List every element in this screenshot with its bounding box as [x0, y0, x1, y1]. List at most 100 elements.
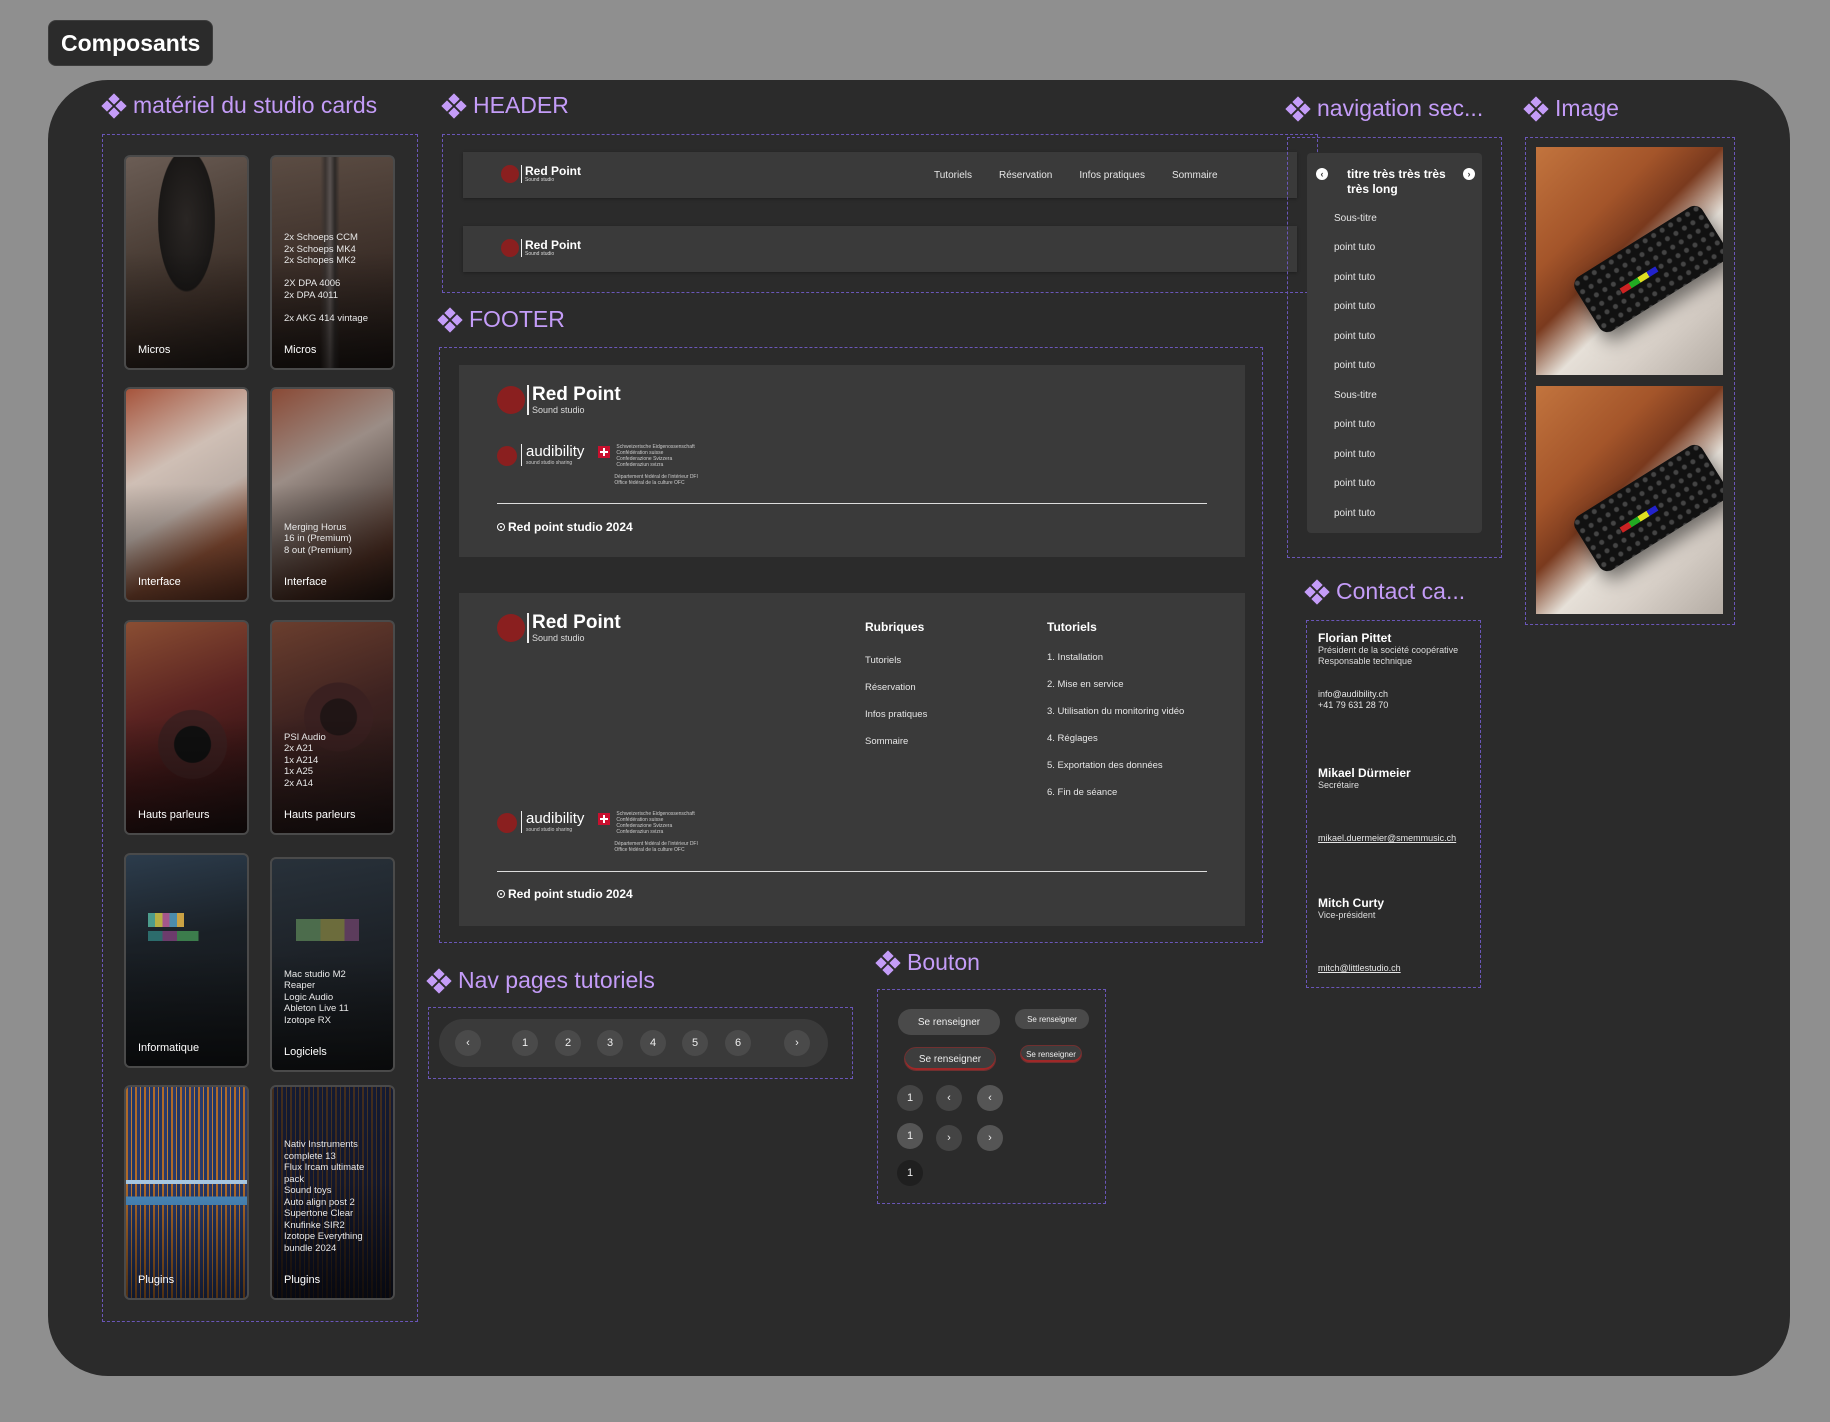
red-point-logo[interactable]: Red Point Sound studio: [501, 165, 581, 183]
page-button[interactable]: 1: [512, 1030, 538, 1056]
section-title-header: HEADER: [441, 92, 569, 119]
page-number-button[interactable]: 1: [897, 1123, 923, 1149]
card-equipment-list: PSI Audio 2x A21 1x A214 1x A25 2x A14: [284, 731, 326, 789]
section-nav-item[interactable]: point tuto: [1334, 449, 1375, 460]
contact-email-link[interactable]: mikael.duermeier@smemmusic.ch: [1318, 833, 1456, 844]
section-nav-item[interactable]: Sous-titre: [1334, 213, 1377, 224]
component-icon: [1285, 95, 1311, 122]
site-footer-full: Red Point Sound studio Rubriques Tutoriel…: [459, 593, 1245, 926]
copyright-icon: [497, 523, 505, 531]
studio-card[interactable]: Merging Horus 16 in (Premium) 8 out (Pre…: [270, 387, 395, 602]
footer-tuto-link[interactable]: 5. Exportation des données: [1047, 760, 1163, 771]
studio-card[interactable]: PSI Audio 2x A21 1x A214 1x A25 2x A14 H…: [270, 620, 395, 835]
studio-card[interactable]: Micros: [124, 155, 249, 370]
section-title-footer: FOOTER: [437, 306, 565, 333]
card-label: Plugins: [284, 1274, 321, 1286]
section-title-image: Image: [1523, 95, 1619, 122]
nav-link-reservation[interactable]: Réservation: [999, 170, 1052, 181]
card-equipment-list: Mac studio M2 Reaper Logic Audio Ableton…: [284, 968, 349, 1026]
card-equipment-list: Nativ Instruments complete 13 Flux Ircam…: [284, 1139, 365, 1254]
studio-card[interactable]: Hauts parleurs: [124, 620, 249, 835]
confederation-text: Schweizerische Eidgenossenschaft Confédé…: [616, 444, 695, 468]
footer-link-tutoriels[interactable]: Tutoriels: [865, 655, 901, 666]
audibility-logo[interactable]: audibility sound studio sharing Schweizer…: [497, 444, 698, 486]
section-nav-item[interactable]: point tuto: [1334, 508, 1375, 519]
section-nav-item[interactable]: point tuto: [1334, 242, 1375, 253]
chevron-left-icon[interactable]: ‹: [977, 1085, 1003, 1111]
audibility-dot-icon: [497, 446, 517, 466]
footer-col-title-tutoriels: Tutoriels: [1047, 620, 1097, 634]
studio-card[interactable]: Mac studio M2 Reaper Logic Audio Ableton…: [270, 857, 395, 1072]
card-label: Hauts parleurs: [138, 809, 210, 821]
component-icon: [875, 949, 901, 976]
red-point-logo[interactable]: Red Point Sound studio: [501, 239, 581, 257]
red-point-logo[interactable]: Red Point Sound studio: [497, 385, 621, 415]
component-icon: [101, 92, 127, 119]
info-button-active-small[interactable]: Se renseigner: [1020, 1045, 1082, 1063]
component-icon: [437, 306, 463, 333]
card-equipment-list: 2x Schoeps CCM 2x Schoeps MK4 2x Schopes…: [284, 232, 368, 324]
department-text: Département fédéral de l'intérieur DFI O…: [614, 841, 698, 853]
page-button[interactable]: 6: [725, 1030, 751, 1056]
studio-card[interactable]: Informatique: [124, 853, 249, 1068]
footer-tuto-link[interactable]: 6. Fin de séance: [1047, 787, 1117, 798]
card-label: Informatique: [138, 1042, 200, 1054]
section-nav-item[interactable]: point tuto: [1334, 331, 1375, 342]
section-nav-item[interactable]: point tuto: [1334, 419, 1375, 430]
footer-divider: [497, 871, 1207, 872]
chevron-right-icon[interactable]: ›: [1463, 168, 1475, 180]
nav-link-tutoriels[interactable]: Tutoriels: [934, 170, 972, 181]
page-number-button[interactable]: 1: [897, 1085, 923, 1111]
section-nav-item[interactable]: point tuto: [1334, 478, 1375, 489]
chevron-right-icon[interactable]: ›: [936, 1125, 962, 1151]
section-nav-panel: ‹ titre très très très très long › Sous-…: [1307, 153, 1482, 533]
section-nav-item[interactable]: point tuto: [1334, 301, 1375, 312]
footer-tuto-link[interactable]: 2. Mise en service: [1047, 679, 1124, 690]
footer-tuto-link[interactable]: 3. Utilisation du monitoring vidéo: [1047, 706, 1184, 717]
studio-card[interactable]: Plugins: [124, 1085, 249, 1300]
footer-tuto-link[interactable]: 1. Installation: [1047, 652, 1103, 663]
section-title-bouton: Bouton: [875, 949, 980, 976]
confederation-text: Schweizerische Eidgenossenschaft Confédé…: [616, 811, 695, 835]
footer-col-title-rubriques: Rubriques: [865, 620, 925, 634]
page-button[interactable]: 4: [640, 1030, 666, 1056]
page-button[interactable]: 2: [555, 1030, 581, 1056]
component-icon: [441, 92, 467, 119]
card-label: Interface: [284, 576, 327, 588]
info-button[interactable]: Se renseigner: [898, 1009, 1000, 1035]
section-nav-item[interactable]: point tuto: [1334, 360, 1375, 371]
site-header: Red Point Sound studio Tutoriels Réservat…: [463, 152, 1297, 198]
footer-link-reservation[interactable]: Réservation: [865, 682, 916, 693]
page-button[interactable]: 3: [597, 1030, 623, 1056]
footer-link-sommaire[interactable]: Sommaire: [865, 736, 908, 747]
info-button-small[interactable]: Se renseigner: [1015, 1009, 1089, 1029]
section-title-nav-pages: Nav pages tutoriels: [426, 967, 655, 994]
footer-link-infos[interactable]: Infos pratiques: [865, 709, 927, 720]
section-title-nav-sec: navigation sec...: [1285, 95, 1483, 122]
chevron-right-icon[interactable]: ›: [977, 1125, 1003, 1151]
chevron-left-icon[interactable]: ‹: [455, 1030, 481, 1056]
chevron-left-icon[interactable]: ‹: [1316, 168, 1328, 180]
studio-card[interactable]: Interface: [124, 387, 249, 602]
chevron-right-icon[interactable]: ›: [784, 1030, 810, 1056]
info-button-active[interactable]: Se renseigner: [904, 1047, 996, 1071]
copyright: Red point studio 2024: [497, 520, 633, 534]
contact-email-link[interactable]: mitch@littlestudio.ch: [1318, 963, 1401, 974]
studio-card[interactable]: Nativ Instruments complete 13 Flux Ircam…: [270, 1085, 395, 1300]
footer-tuto-link[interactable]: 4. Réglages: [1047, 733, 1098, 744]
page-number-button-active[interactable]: 1: [897, 1160, 923, 1186]
page-button[interactable]: 5: [682, 1030, 708, 1056]
audibility-logo[interactable]: audibility sound studio sharing Schweizer…: [497, 811, 698, 853]
section-nav-item[interactable]: Sous-titre: [1334, 390, 1377, 401]
contact-name: Florian Pittet: [1318, 631, 1392, 645]
section-nav-item[interactable]: point tuto: [1334, 272, 1375, 283]
red-point-logo[interactable]: Red Point Sound studio: [497, 613, 621, 643]
pagination: ‹ 1 2 3 4 5 6 ›: [439, 1019, 828, 1067]
contact-info[interactable]: info@audibility.ch +41 79 631 28 70: [1318, 689, 1388, 711]
chevron-left-icon[interactable]: ‹: [936, 1085, 962, 1111]
studio-card[interactable]: 2x Schoeps CCM 2x Schoeps MK4 2x Schopes…: [270, 155, 395, 370]
footer-divider: [497, 503, 1207, 504]
nav-link-infos[interactable]: Infos pratiques: [1079, 170, 1145, 181]
nav-link-sommaire[interactable]: Sommaire: [1172, 170, 1218, 181]
card-equipment-list: Merging Horus 16 in (Premium) 8 out (Pre…: [284, 521, 353, 556]
